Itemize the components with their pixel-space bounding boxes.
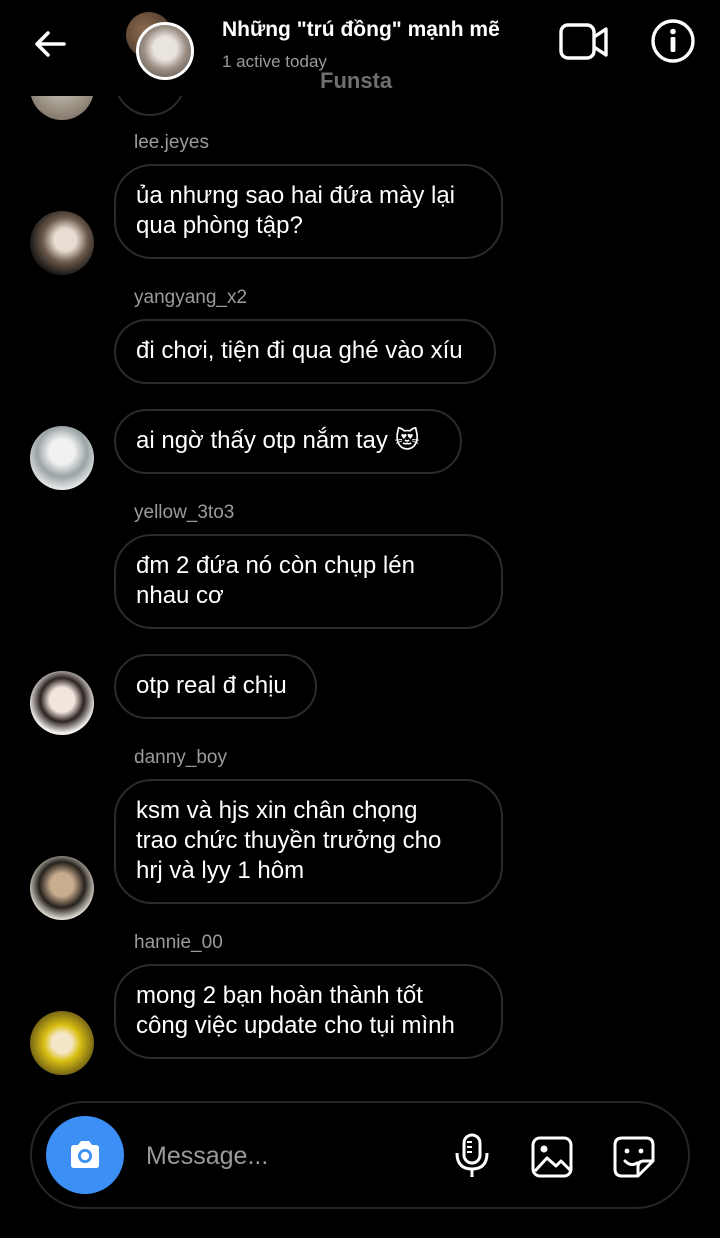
- avatar[interactable]: [30, 1011, 94, 1075]
- message-composer: [30, 1101, 690, 1209]
- message-bubble[interactable]: đi chơi, tiện đi qua ghé vào xíu: [114, 319, 496, 384]
- message-text-line: hrj và lyy 1 hôm: [136, 857, 305, 884]
- camera-button[interactable]: [46, 1116, 124, 1194]
- avatar[interactable]: [30, 671, 94, 735]
- sender-name[interactable]: yangyang_x2: [134, 287, 247, 309]
- message-text-line: otp real đ chịu: [136, 672, 287, 699]
- avatar[interactable]: [30, 856, 94, 920]
- image-gallery-icon[interactable]: [530, 1135, 574, 1179]
- watermark: Funsta: [320, 68, 393, 93]
- message-bubble[interactable]: đm 2 đứa nó còn chụp lén nhau cơ: [114, 534, 503, 629]
- message-text-line: mong 2 bạn hoàn thành tốt: [136, 982, 423, 1009]
- message-text-line: công việc update cho tụi mình: [136, 1012, 455, 1039]
- message-text-line: ai ngờ thấy otp nắm tay 😻: [136, 427, 420, 454]
- message-bubble[interactable]: ai ngờ thấy otp nắm tay 😻: [114, 409, 462, 474]
- active-status: 1 active today: [222, 52, 327, 71]
- camera-icon: [71, 1141, 99, 1168]
- info-icon[interactable]: [650, 18, 696, 64]
- message-text-line: qua phòng tập?: [136, 212, 303, 239]
- avatar[interactable]: [30, 426, 94, 490]
- video-call-icon[interactable]: [558, 20, 610, 64]
- avatar[interactable]: [30, 211, 94, 275]
- group-avatar[interactable]: [124, 10, 196, 80]
- message-text-line: đi chơi, tiện đi qua ghé vào xíu: [136, 337, 463, 364]
- message-bubble[interactable]: otp real đ chịu: [114, 654, 317, 719]
- sender-name[interactable]: lee.jeyes: [134, 132, 209, 154]
- sticker-icon[interactable]: [612, 1135, 656, 1179]
- message-text-line: nhau cơ: [136, 582, 224, 609]
- message-text-line: trao chức thuyền trưởng cho: [136, 827, 442, 854]
- message-bubble[interactable]: mong 2 bạn hoàn thành tốt công việc upda…: [114, 964, 503, 1059]
- sender-name[interactable]: hannie_00: [134, 932, 223, 954]
- sender-name[interactable]: yellow_3to3: [134, 502, 234, 524]
- sender-name[interactable]: danny_boy: [134, 747, 227, 769]
- message-text-line: ksm và hjs xin chân chọng: [136, 797, 418, 824]
- message-bubble[interactable]: ủa nhưng sao hai đứa mày lại qua phòng t…: [114, 164, 503, 259]
- microphone-icon[interactable]: [452, 1133, 492, 1179]
- message-text-line: đm 2 đứa nó còn chụp lén: [136, 552, 415, 579]
- group-avatar-front: [136, 22, 194, 80]
- message-bubble[interactable]: ksm và hjs xin chân chọng trao chức thuy…: [114, 779, 503, 904]
- chat-title[interactable]: Những "trú đồng" mạnh mẽ: [222, 18, 500, 42]
- back-arrow-icon[interactable]: [30, 24, 70, 64]
- message-text-line: ủa nhưng sao hai đứa mày lại: [136, 182, 455, 209]
- message-input[interactable]: [144, 1131, 438, 1181]
